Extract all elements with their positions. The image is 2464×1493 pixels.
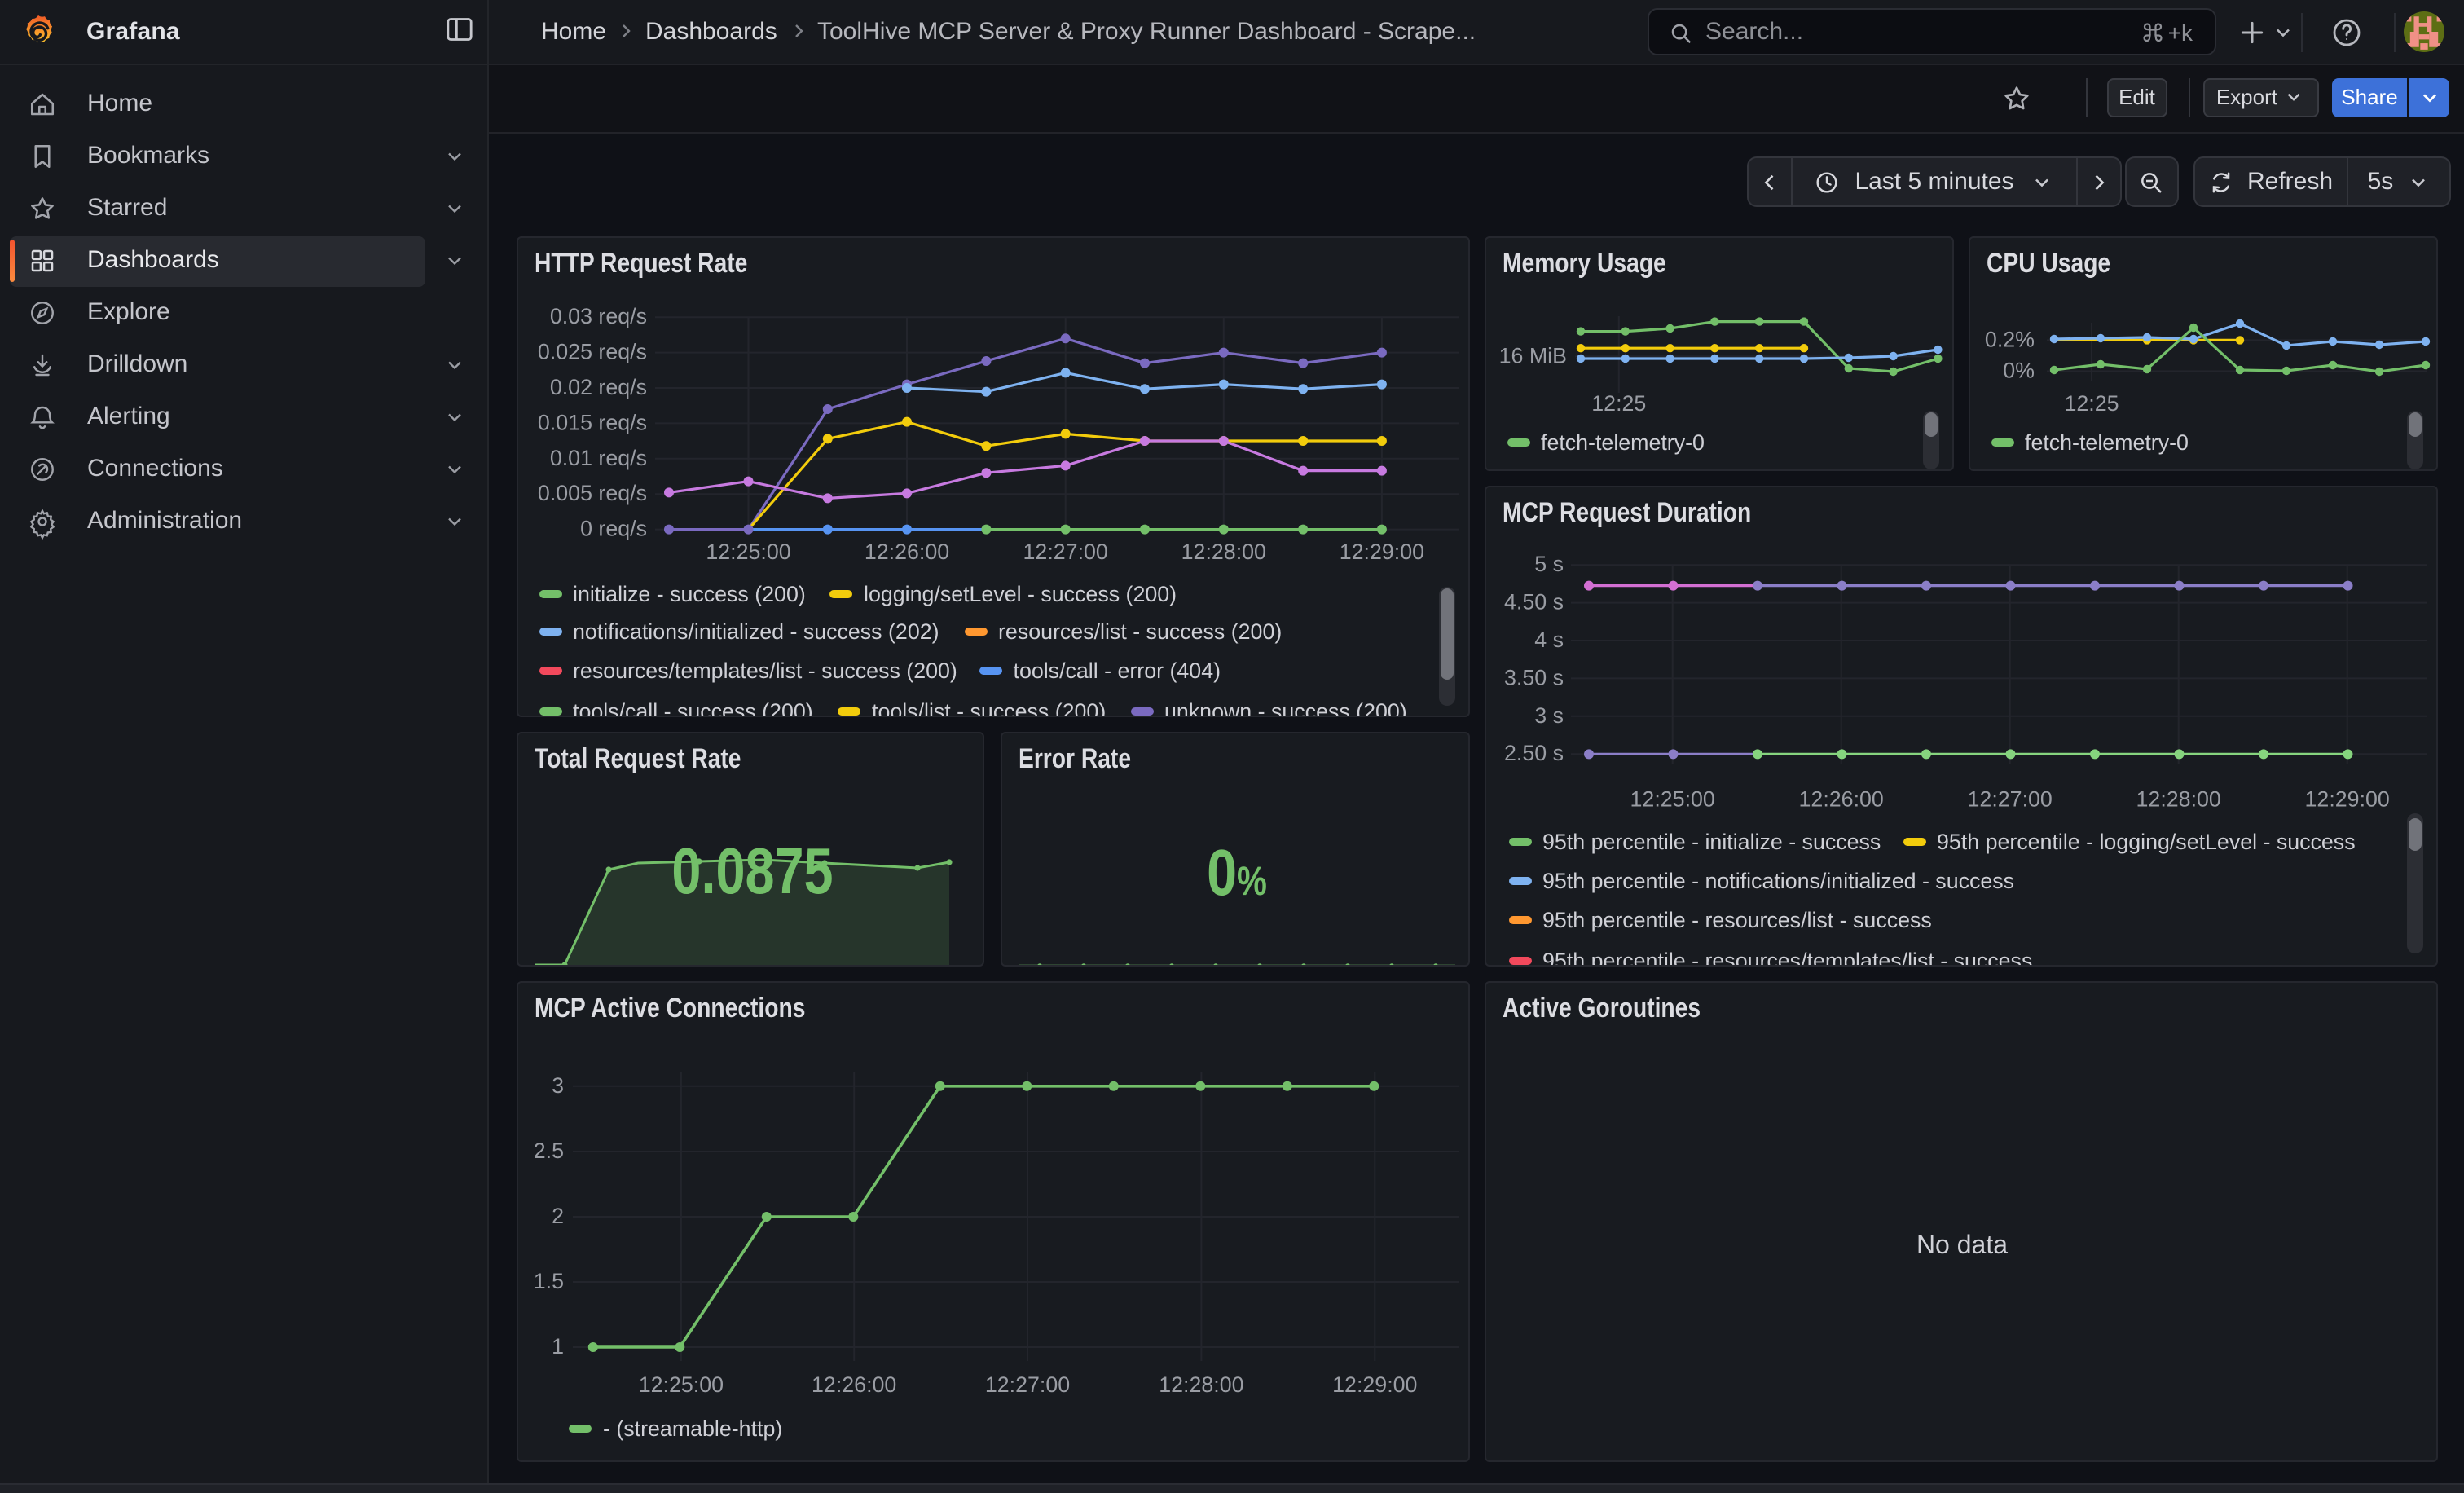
svg-text:12:27:00: 12:27:00 (984, 1372, 1069, 1396)
svg-text:12:29:00: 12:29:00 (1331, 1372, 1416, 1396)
svg-text:0.2%: 0.2% (1984, 327, 2034, 351)
svg-text:12:28:00: 12:28:00 (1158, 1372, 1243, 1396)
svg-text:12:25: 12:25 (1591, 391, 1645, 416)
svg-text:0.01 req/s: 0.01 req/s (549, 446, 646, 470)
svg-text:16 MiB: 16 MiB (1498, 343, 1566, 368)
svg-text:0.025 req/s: 0.025 req/s (537, 340, 646, 364)
svg-text:12:26:00: 12:26:00 (1798, 786, 1883, 811)
svg-text:0.03 req/s: 0.03 req/s (549, 304, 646, 328)
svg-text:2.50 s: 2.50 s (1503, 740, 1563, 764)
svg-text:1: 1 (551, 1333, 563, 1358)
svg-text:12:28:00: 12:28:00 (2136, 786, 2220, 811)
svg-text:12:27:00: 12:27:00 (1023, 540, 1107, 564)
svg-text:1.5: 1.5 (533, 1268, 563, 1293)
svg-text:2.5: 2.5 (533, 1138, 563, 1162)
svg-text:12:26:00: 12:26:00 (811, 1372, 895, 1396)
svg-text:0.02 req/s: 0.02 req/s (549, 375, 646, 399)
svg-text:5 s: 5 s (1533, 551, 1563, 575)
svg-text:12:25:00: 12:25:00 (705, 540, 790, 564)
svg-text:0.015 req/s: 0.015 req/s (537, 410, 646, 434)
svg-text:0 req/s: 0 req/s (579, 517, 646, 541)
svg-text:12:25:00: 12:25:00 (1630, 786, 1714, 811)
svg-text:12:28:00: 12:28:00 (1181, 540, 1265, 564)
svg-text:0%: 0% (2002, 359, 2034, 383)
svg-text:12:25: 12:25 (2063, 391, 2118, 416)
svg-text:12:26:00: 12:26:00 (864, 540, 948, 564)
svg-text:12:27:00: 12:27:00 (1967, 786, 2052, 811)
svg-text:2: 2 (551, 1203, 563, 1227)
svg-text:4 s: 4 s (1533, 627, 1563, 651)
svg-text:12:29:00: 12:29:00 (1339, 540, 1423, 564)
svg-text:4.50 s: 4.50 s (1503, 589, 1563, 614)
svg-text:12:29:00: 12:29:00 (2304, 786, 2389, 811)
svg-text:3.50 s: 3.50 s (1503, 664, 1563, 689)
svg-text:0.005 req/s: 0.005 req/s (537, 481, 646, 505)
svg-text:3 s: 3 s (1533, 702, 1563, 727)
svg-text:3: 3 (551, 1072, 563, 1097)
svg-text:12:25:00: 12:25:00 (638, 1372, 723, 1396)
